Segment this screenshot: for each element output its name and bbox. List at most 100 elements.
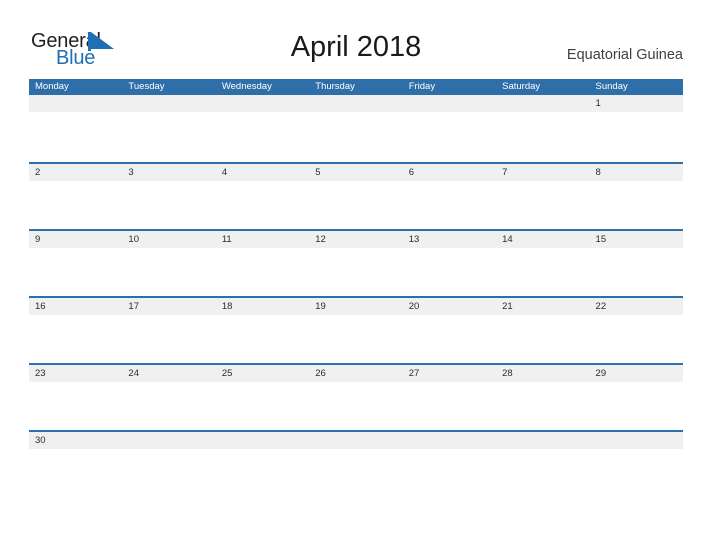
day-note-cell[interactable] [216, 315, 309, 365]
week-note-area [29, 449, 683, 499]
day-cell-23[interactable]: 23 [29, 365, 122, 382]
day-cell-6[interactable]: 6 [403, 164, 496, 181]
day-note-cell[interactable] [122, 248, 215, 298]
day-note-cell[interactable] [496, 112, 589, 162]
day-cell-29[interactable]: 29 [590, 365, 683, 382]
day-cell-30[interactable]: 30 [29, 432, 122, 449]
day-cell-empty [309, 432, 402, 449]
week-note-area [29, 248, 683, 298]
week-date-band: 16 17 18 19 20 21 22 [29, 298, 683, 315]
day-cell-19[interactable]: 19 [309, 298, 402, 315]
day-note-cell[interactable] [29, 181, 122, 231]
day-cell-9[interactable]: 9 [29, 231, 122, 248]
calendar-week-row: 2345678 [29, 162, 683, 231]
day-note-cell[interactable] [29, 449, 122, 499]
day-cell-10[interactable]: 10 [122, 231, 215, 248]
day-note-cell[interactable] [122, 181, 215, 231]
day-cell-27[interactable]: 27 [403, 365, 496, 382]
weekday-header-wednesday: Wednesday [221, 81, 272, 92]
day-note-cell[interactable] [309, 181, 402, 231]
day-cell-empty [29, 95, 122, 112]
day-cell-empty [496, 95, 589, 112]
locale-label: Equatorial Guinea [566, 47, 683, 63]
day-note-cell[interactable] [496, 315, 589, 365]
day-note-cell[interactable] [29, 248, 122, 298]
day-cell-empty [216, 432, 309, 449]
calendar-page: General Blue April 2018 Equatorial Guine… [0, 0, 712, 550]
day-cell-26[interactable]: 26 [309, 365, 402, 382]
day-note-cell[interactable] [216, 112, 309, 162]
day-cell-13[interactable]: 13 [403, 231, 496, 248]
day-note-cell[interactable] [403, 449, 496, 499]
day-cell-8[interactable]: 8 [590, 164, 683, 181]
day-note-cell[interactable] [496, 449, 589, 499]
day-note-cell[interactable] [403, 112, 496, 162]
day-note-cell[interactable] [590, 112, 683, 162]
day-note-cell[interactable] [29, 315, 122, 365]
day-cell-24[interactable]: 24 [122, 365, 215, 382]
day-note-cell[interactable] [590, 382, 683, 432]
calendar-weeks: 1 2 3 4 5 6 7 8 9 10 11 12 13 14 15 16 17 18 19 20 21 22 23 24 2… [29, 95, 683, 499]
day-note-cell[interactable] [309, 315, 402, 365]
day-note-cell[interactable] [29, 112, 122, 162]
day-cell-empty [403, 432, 496, 449]
day-cell-2[interactable]: 2 [29, 164, 122, 181]
day-cell-empty [496, 432, 589, 449]
day-note-cell[interactable] [590, 315, 683, 365]
day-cell-empty [122, 432, 215, 449]
day-note-cell[interactable] [216, 181, 309, 231]
day-note-cell[interactable] [122, 112, 215, 162]
day-cell-16[interactable]: 16 [29, 298, 122, 315]
calendar-week-row: 23 24 25 26 27 28 29 [29, 363, 683, 432]
day-cell-empty [216, 95, 309, 112]
week-note-area [29, 112, 683, 162]
day-note-cell[interactable] [403, 181, 496, 231]
day-cell-4[interactable]: 4 [216, 164, 309, 181]
day-note-cell[interactable] [29, 382, 122, 432]
day-note-cell[interactable] [590, 248, 683, 298]
weekday-header-saturday: Saturday [502, 81, 541, 92]
day-note-cell[interactable] [496, 382, 589, 432]
day-note-cell[interactable] [122, 449, 215, 499]
calendar-week-row: 16 17 18 19 20 21 22 [29, 296, 683, 365]
day-note-cell[interactable] [496, 181, 589, 231]
day-cell-18[interactable]: 18 [216, 298, 309, 315]
week-note-area [29, 382, 683, 432]
day-note-cell[interactable] [403, 382, 496, 432]
day-note-cell[interactable] [309, 112, 402, 162]
weekday-header-tuesday: Tuesday [128, 81, 165, 92]
day-cell-7[interactable]: 7 [496, 164, 589, 181]
day-cell-28[interactable]: 28 [496, 365, 589, 382]
day-cell-3[interactable]: 3 [122, 164, 215, 181]
week-date-band: 23 24 25 26 27 28 29 [29, 365, 683, 382]
day-note-cell[interactable] [122, 315, 215, 365]
day-note-cell[interactable] [216, 248, 309, 298]
day-note-cell[interactable] [309, 248, 402, 298]
day-note-cell[interactable] [216, 382, 309, 432]
day-note-cell[interactable] [590, 181, 683, 231]
day-cell-20[interactable]: 20 [403, 298, 496, 315]
day-note-cell[interactable] [590, 449, 683, 499]
day-cell-21[interactable]: 21 [496, 298, 589, 315]
day-cell-14[interactable]: 14 [496, 231, 589, 248]
day-cell-5[interactable]: 5 [309, 164, 402, 181]
calendar-week-row: 1 [29, 95, 683, 162]
day-note-cell[interactable] [216, 449, 309, 499]
day-note-cell[interactable] [309, 449, 402, 499]
day-note-cell[interactable] [122, 382, 215, 432]
day-cell-17[interactable]: 17 [122, 298, 215, 315]
day-note-cell[interactable] [403, 315, 496, 365]
day-note-cell[interactable] [403, 248, 496, 298]
day-note-cell[interactable] [309, 382, 402, 432]
day-cell-15[interactable]: 15 [590, 231, 683, 248]
calendar-week-row: 30 [29, 430, 683, 499]
day-note-cell[interactable] [496, 248, 589, 298]
day-cell-empty [403, 95, 496, 112]
day-cell-1[interactable]: 1 [590, 95, 683, 112]
day-cell-11[interactable]: 11 [216, 231, 309, 248]
day-cell-22[interactable]: 22 [590, 298, 683, 315]
day-cell-25[interactable]: 25 [216, 365, 309, 382]
day-cell-12[interactable]: 12 [309, 231, 402, 248]
day-cell-empty [309, 95, 402, 112]
weekday-header-sunday: Sunday [595, 81, 628, 92]
